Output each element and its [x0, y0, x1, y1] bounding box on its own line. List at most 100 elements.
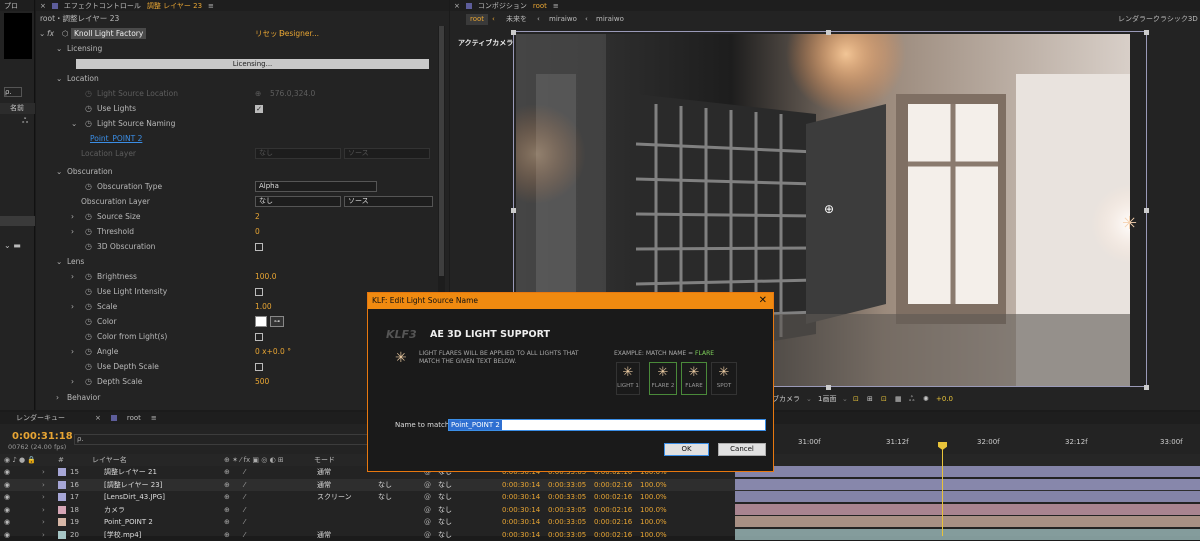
- layer-parent[interactable]: なし: [438, 516, 452, 528]
- eye-icon[interactable]: ◉: [4, 504, 10, 516]
- use-depth-scale-checkbox[interactable]: [255, 363, 263, 371]
- quality-switch-icon[interactable]: ⁄: [244, 504, 245, 516]
- threshold-value[interactable]: 0: [255, 224, 260, 239]
- lens-group[interactable]: ⌄ Lens: [36, 254, 436, 269]
- exposure-value[interactable]: +0.0: [936, 392, 953, 406]
- panel-lock-icon[interactable]: [465, 2, 472, 9]
- handle-middle-right[interactable]: [1144, 208, 1149, 213]
- layer-duration-bar[interactable]: [735, 503, 1200, 515]
- use-light-intensity-checkbox[interactable]: [255, 288, 263, 296]
- layer-mode[interactable]: 通常: [317, 466, 331, 478]
- layer-mode[interactable]: 通常: [317, 479, 331, 491]
- handle-top-middle[interactable]: [826, 30, 831, 35]
- flowchart-icon[interactable]: ஃ: [909, 392, 915, 406]
- layer-row[interactable]: ◉ › 16 [調整レイヤー 23] ⊕ ⁄ 通常 なし @ なし 0:00:30:14 0:00:3…: [0, 478, 1200, 491]
- name-to-match-input[interactable]: Point_POINT 2: [448, 419, 766, 431]
- layer-in-point[interactable]: 0:00:30:14: [502, 504, 540, 516]
- dialog-title-bar[interactable]: KLF: Edit Light Source Name ✕: [368, 293, 773, 309]
- layer-name[interactable]: カメラ: [104, 504, 125, 516]
- shy-switch-icon[interactable]: ⊕: [224, 479, 230, 491]
- stopwatch-icon[interactable]: ◷: [85, 239, 92, 254]
- shy-switch-icon[interactable]: ⊕: [224, 529, 230, 541]
- quality-switch-icon[interactable]: ⁄: [244, 466, 245, 478]
- effect-header-row[interactable]: ⌄ fx ⬡ Knoll Light Factory リセット Designer…: [36, 26, 436, 41]
- expand-arrow-icon[interactable]: ›: [71, 344, 74, 359]
- menu-icon[interactable]: ≡: [151, 414, 157, 422]
- expand-arrow-icon[interactable]: ›: [42, 479, 45, 491]
- expand-arrow-icon[interactable]: ›: [42, 466, 45, 478]
- layer-out-point[interactable]: 0:00:33:05: [548, 529, 586, 541]
- use-lights-checkbox[interactable]: ✓: [255, 105, 263, 113]
- handle-top-right[interactable]: [1144, 30, 1149, 35]
- flowchart-icon[interactable]: ஃ: [22, 116, 28, 126]
- expand-arrow-icon[interactable]: ›: [71, 374, 74, 389]
- layer-stretch[interactable]: 100.0%: [640, 529, 667, 541]
- project-selected-row[interactable]: [0, 216, 35, 226]
- crumb-root[interactable]: root: [466, 14, 489, 25]
- layer-out-point[interactable]: 0:00:33:05: [548, 504, 586, 516]
- layer-out-point[interactable]: 0:00:33:05: [548, 491, 586, 503]
- layer-name[interactable]: 調整レイヤー 21: [104, 466, 157, 478]
- stopwatch-icon[interactable]: ◷: [85, 329, 92, 344]
- layer-name[interactable]: [学校.mp4]: [104, 529, 141, 541]
- anchor-point-icon[interactable]: ⊕: [822, 202, 836, 216]
- grid-icon[interactable]: ⊡: [853, 392, 859, 406]
- effect-controls-tab[interactable]: × エフェクトコントロール 調整 レイヤー 23 ≡: [36, 0, 449, 11]
- effect-scrollbar-thumb[interactable]: [439, 26, 444, 276]
- eyedropper-icon[interactable]: ⊶: [270, 316, 284, 327]
- stopwatch-icon[interactable]: ◷: [85, 284, 92, 299]
- project-search-icon[interactable]: ρ.: [4, 87, 22, 97]
- stopwatch-icon[interactable]: ◷: [85, 269, 92, 284]
- stopwatch-icon[interactable]: ◷: [85, 224, 92, 239]
- layer-name-header[interactable]: レイヤー名: [92, 454, 127, 466]
- pickwhip-icon[interactable]: @: [424, 529, 431, 541]
- obscuration-3d-checkbox[interactable]: [255, 243, 263, 251]
- stopwatch-icon[interactable]: ◷: [85, 179, 92, 194]
- layer-label-color[interactable]: [58, 468, 66, 476]
- stopwatch-icon[interactable]: ◷: [85, 209, 92, 224]
- expand-arrow-icon[interactable]: ›: [42, 504, 45, 516]
- exposure-icon[interactable]: ✺: [923, 392, 929, 406]
- naming-value-link[interactable]: Point_POINT 2: [90, 131, 142, 146]
- renderer-value[interactable]: クラシック3D: [1153, 12, 1198, 27]
- layer-duration-bar[interactable]: [735, 528, 1200, 540]
- layer-parent[interactable]: なし: [438, 479, 452, 491]
- close-icon[interactable]: ×: [95, 414, 101, 422]
- crumb-2[interactable]: miraiwo: [549, 12, 577, 27]
- layer-label-color[interactable]: [58, 505, 66, 514]
- stopwatch-icon[interactable]: ◷: [85, 86, 92, 101]
- close-icon[interactable]: ×: [454, 2, 460, 10]
- stopwatch-icon[interactable]: ◷: [85, 344, 92, 359]
- layer-row[interactable]: ◉ › 20 [学校.mp4] ⊕ ⁄ 通常 @ なし 0:00:30:14 0:00:33:05 0…: [0, 528, 1200, 541]
- layer-stretch[interactable]: 100.0%: [640, 504, 667, 516]
- layer-duration-bar[interactable]: [735, 491, 1200, 502]
- stopwatch-icon[interactable]: ◷: [85, 314, 92, 329]
- layer-stretch[interactable]: 100.0%: [640, 516, 667, 528]
- eye-icon[interactable]: ◉: [4, 479, 10, 491]
- location-group[interactable]: ⌄ Location: [36, 71, 436, 86]
- project-name-header[interactable]: 名前: [0, 103, 35, 114]
- layer-name[interactable]: [LensDirt_43.JPG]: [104, 491, 165, 503]
- layer-parent[interactable]: なし: [438, 491, 452, 503]
- mode-header[interactable]: モード: [314, 454, 335, 466]
- pickwhip-icon[interactable]: @: [424, 516, 431, 528]
- layer-name[interactable]: Point_POINT 2: [104, 516, 153, 528]
- track-matte[interactable]: なし: [378, 479, 392, 491]
- eye-icon[interactable]: ◉: [4, 466, 10, 478]
- eye-icon[interactable]: ◉: [4, 529, 10, 541]
- shy-switch-icon[interactable]: ⊕: [224, 516, 230, 528]
- time-ruler[interactable]: 31:00f 31:12f 32:00f 32:12f 33:00f: [735, 438, 1200, 452]
- layer-duration[interactable]: 0:00:02:16: [594, 479, 632, 491]
- shy-switch-icon[interactable]: ⊕: [224, 504, 230, 516]
- layer-in-point[interactable]: 0:00:30:14: [502, 529, 540, 541]
- expand-arrow-icon[interactable]: ›: [71, 299, 74, 314]
- layer-row[interactable]: ◉ › 18 カメラ ⊕ ⁄ @ なし 0:00:30:14 0:00:33:05 0:00:02:…: [0, 503, 1200, 516]
- current-timecode[interactable]: 0:00:31:18: [12, 431, 73, 442]
- handle-middle-left[interactable]: [511, 208, 516, 213]
- layer-in-point[interactable]: 0:00:30:14: [502, 479, 540, 491]
- layer-name[interactable]: [調整レイヤー 23]: [104, 479, 162, 491]
- project-tab[interactable]: プロ: [0, 0, 34, 11]
- dialog-close-icon[interactable]: ✕: [759, 293, 767, 309]
- layer-duration[interactable]: 0:00:02:16: [594, 504, 632, 516]
- obscuration-group[interactable]: ⌄ Obscuration: [36, 164, 436, 179]
